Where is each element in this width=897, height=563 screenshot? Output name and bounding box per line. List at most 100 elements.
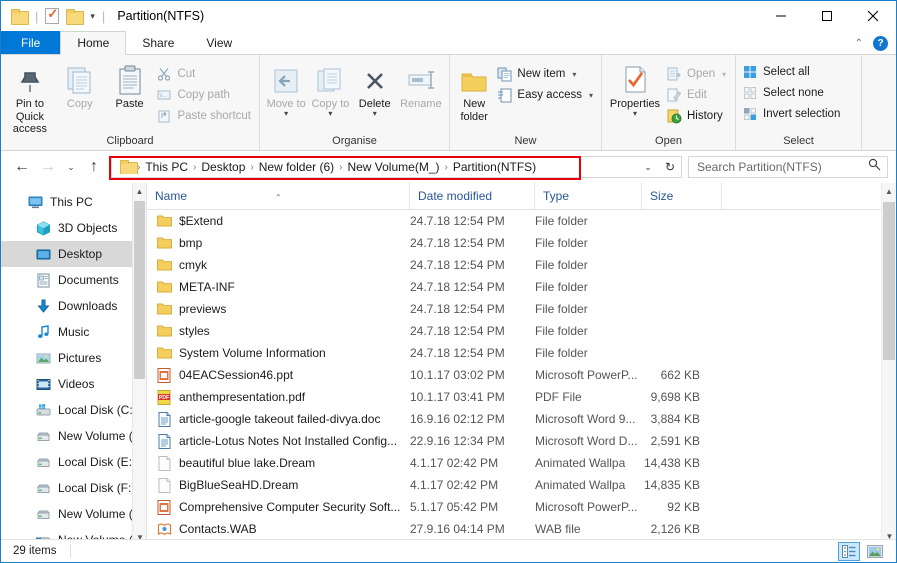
history-button[interactable]: History — [664, 107, 730, 125]
help-icon[interactable]: ? — [873, 35, 888, 51]
move-to-button[interactable]: Move to ▾ — [264, 59, 308, 117]
file-list-scrollbar[interactable]: ▲ ▼ — [881, 183, 896, 545]
scrollbar-thumb[interactable] — [134, 201, 145, 379]
sidebar-item-local-disk-c[interactable]: Local Disk (C:) — [1, 397, 146, 423]
table-row[interactable]: $Extend 24.7.18 12:54 PM File folder — [147, 210, 896, 232]
open-button[interactable]: Open ▾ — [664, 65, 730, 83]
delete-button[interactable]: Delete ▾ — [353, 59, 397, 117]
paste-button[interactable]: Paste — [105, 59, 155, 111]
forward-arrow-icon[interactable]: → — [35, 154, 61, 180]
chevron-down-icon[interactable]: ▾ — [589, 91, 593, 100]
search-icon[interactable] — [868, 158, 881, 176]
file-name: $Extend — [179, 214, 224, 228]
table-row[interactable]: previews 24.7.18 12:54 PM File folder — [147, 298, 896, 320]
column-header-size[interactable]: Size — [642, 183, 722, 210]
chevron-up-icon[interactable]: ⌃ — [855, 38, 863, 49]
tab-share[interactable]: Share — [126, 31, 190, 54]
sidebar-label: Local Disk (E:) — [58, 455, 137, 469]
chevron-down-icon[interactable]: ▾ — [90, 11, 95, 22]
tab-view[interactable]: View — [190, 31, 248, 54]
rename-button[interactable]: Rename — [397, 59, 445, 111]
sidebar-item-downloads[interactable]: Downloads — [1, 293, 146, 319]
sidebar-item-new-volume-d[interactable]: New Volume (D:) — [1, 423, 146, 449]
new-folder-icon[interactable] — [66, 9, 85, 25]
tab-home[interactable]: Home — [60, 31, 127, 55]
cut-button[interactable]: Cut — [154, 65, 255, 83]
scroll-up-arrow-icon[interactable]: ▲ — [133, 183, 146, 199]
chevron-down-icon[interactable]: ⌄ — [637, 162, 659, 173]
chevron-down-icon[interactable]: ▾ — [328, 109, 332, 117]
file-type: File folder — [535, 324, 588, 338]
sidebar-item-pictures[interactable]: Pictures — [1, 345, 146, 371]
table-row[interactable]: 04EACSession46.ppt 10.1.17 03:02 PM Micr… — [147, 364, 896, 386]
search-box[interactable] — [688, 156, 888, 178]
chevron-down-icon[interactable]: ▾ — [633, 109, 637, 117]
table-row[interactable]: beautiful blue lake.Dream 4.1.17 02:42 P… — [147, 452, 896, 474]
sidebar-item-desktop[interactable]: Desktop — [1, 241, 146, 267]
copy-to-button[interactable]: Copy to ▾ — [308, 59, 352, 117]
table-row[interactable]: PDF anthempresentation.pdf 10.1.17 03:41… — [147, 386, 896, 408]
edit-button[interactable]: Edit — [664, 86, 730, 104]
new-item-button[interactable]: New item ▾ — [494, 65, 597, 83]
sidebar-item-documents[interactable]: Documents — [1, 267, 146, 293]
table-row[interactable]: cmyk 24.7.18 12:54 PM File folder — [147, 254, 896, 276]
table-row[interactable]: article-Lotus Notes Not Installed Config… — [147, 430, 896, 452]
copy-button[interactable]: Copy — [55, 59, 105, 111]
breadcrumb-item-this-pc[interactable]: This PC — [140, 160, 193, 174]
close-button[interactable] — [850, 1, 896, 31]
easy-access-button[interactable]: Easy access ▾ — [494, 86, 597, 104]
chevron-down-icon[interactable]: ▾ — [722, 70, 726, 79]
table-row[interactable]: article-google takeout failed-divya.doc … — [147, 408, 896, 430]
table-row[interactable]: bmp 24.7.18 12:54 PM File folder — [147, 232, 896, 254]
breadcrumb-item-new-volume-m[interactable]: New Volume(M_) — [342, 160, 444, 174]
minimize-button[interactable] — [758, 1, 804, 31]
paste-shortcut-button[interactable]: Paste shortcut — [154, 107, 255, 125]
breadcrumb-item-desktop[interactable]: Desktop — [196, 160, 250, 174]
pin-to-quick-access-button[interactable]: Pin to Quick access — [5, 59, 55, 136]
table-row[interactable]: styles 24.7.18 12:54 PM File folder — [147, 320, 896, 342]
sidebar-item-3d-objects[interactable]: 3D Objects — [1, 215, 146, 241]
copy-path-button[interactable]: \\... Copy path — [154, 86, 255, 104]
chevron-down-icon[interactable]: ▾ — [284, 109, 288, 117]
properties-icon[interactable] — [45, 6, 60, 24]
table-row[interactable]: Comprehensive Computer Security Soft... … — [147, 496, 896, 518]
back-arrow-icon[interactable]: ← — [9, 154, 35, 180]
sidebar-item-this-pc[interactable]: This PC — [1, 189, 146, 215]
column-header-name[interactable]: ⌃ Name — [147, 183, 410, 210]
scrollbar-thumb[interactable] — [883, 202, 895, 360]
sidebar-item-local-disk-e[interactable]: Local Disk (E:) — [1, 449, 146, 475]
table-row[interactable]: Contacts.WAB 27.9.16 04:14 PM WAB file 2… — [147, 518, 896, 540]
table-row[interactable]: BigBlueSeaHD.Dream 4.1.17 02:42 PM Anima… — [147, 474, 896, 496]
folder-icon[interactable] — [11, 9, 29, 25]
navigation-pane-scrollbar[interactable]: ▲ ▼ — [132, 183, 146, 545]
new-folder-button[interactable]: New folder — [454, 59, 494, 123]
recent-locations-icon[interactable]: ⌄ — [61, 154, 81, 180]
maximize-button[interactable] — [804, 1, 850, 31]
column-header-date-modified[interactable]: Date modified — [410, 183, 535, 210]
scroll-up-arrow-icon[interactable]: ▲ — [882, 183, 896, 200]
sidebar-item-music[interactable]: Music — [1, 319, 146, 345]
breadcrumb-item-new-folder-6[interactable]: New folder (6) — [254, 160, 339, 174]
properties-button[interactable]: Properties ▾ — [606, 59, 664, 117]
chevron-down-icon[interactable]: ▾ — [373, 109, 377, 117]
sidebar-item-new-volume-g[interactable]: New Volume (G:) — [1, 501, 146, 527]
refresh-icon[interactable]: ↻ — [659, 160, 681, 174]
select-none-button[interactable]: Select none — [740, 84, 844, 102]
table-row[interactable]: System Volume Information 24.7.18 12:54 … — [147, 342, 896, 364]
invert-selection-button[interactable]: Invert selection — [740, 105, 844, 123]
table-row[interactable]: META-INF 24.7.18 12:54 PM File folder — [147, 276, 896, 298]
breadcrumb-item-partition-ntfs[interactable]: Partition(NTFS) — [448, 160, 541, 174]
column-header-type[interactable]: Type — [535, 183, 642, 210]
tab-file[interactable]: File — [1, 31, 61, 54]
search-input[interactable] — [697, 160, 862, 174]
large-icons-view-button[interactable] — [864, 542, 886, 561]
select-all-button[interactable]: Select all — [740, 63, 844, 81]
sidebar-item-local-disk-f[interactable]: Local Disk (F:) — [1, 475, 146, 501]
pin-icon — [17, 63, 43, 95]
up-arrow-icon[interactable]: ↑ — [81, 154, 107, 180]
details-view-button[interactable] — [838, 541, 860, 561]
chevron-down-icon[interactable]: ▾ — [572, 70, 576, 79]
pc-icon — [27, 194, 43, 210]
breadcrumb-bar[interactable]: › This PC › Desktop › New folder (6) › N… — [111, 156, 682, 178]
sidebar-item-videos[interactable]: Videos — [1, 371, 146, 397]
